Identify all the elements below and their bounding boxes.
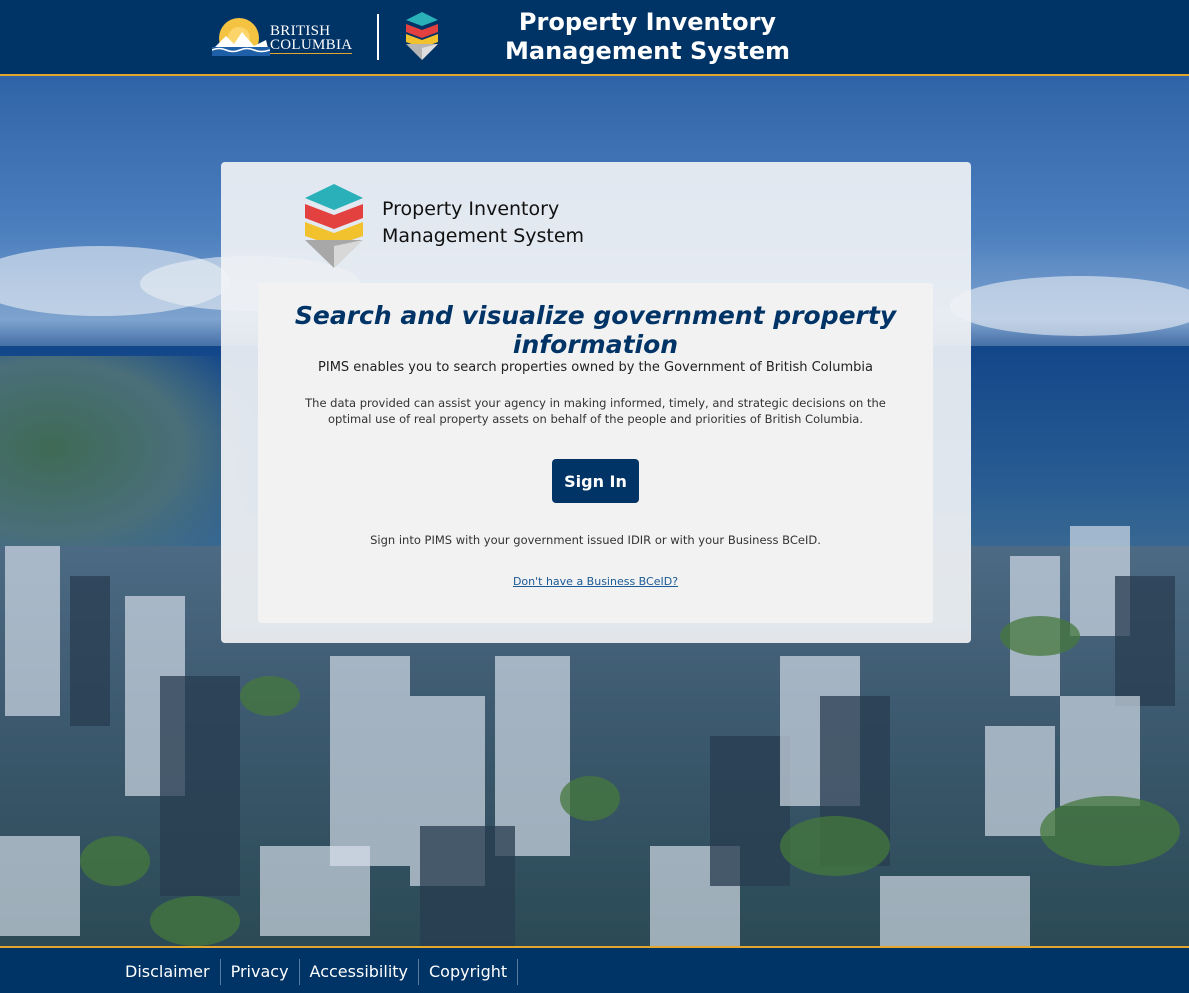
description-text: The data provided can assist your agency… xyxy=(305,396,886,426)
site-header: BRITISH COLUMBIA Property Inventory Mana… xyxy=(0,0,1189,76)
pims-logo-icon xyxy=(406,12,438,60)
header-app-title: Property Inventory Management System xyxy=(480,8,815,66)
sign-in-note: Sign into PIMS with your government issu… xyxy=(370,533,821,547)
footer-link-accessibility[interactable]: Accessibility xyxy=(300,959,419,985)
footer-link-copyright[interactable]: Copyright xyxy=(419,959,519,985)
bc-sun-icon xyxy=(212,18,270,56)
header-divider xyxy=(377,14,379,60)
no-bceid-link[interactable]: Don't have a Business BCeID? xyxy=(513,575,678,588)
footer-link-disclaimer[interactable]: Disclaimer xyxy=(115,959,221,985)
footer-link-privacy[interactable]: Privacy xyxy=(221,959,300,985)
bc-wordmark: BRITISH COLUMBIA xyxy=(270,23,353,54)
bc-wordmark-line1: BRITISH xyxy=(270,23,331,39)
card-title-line2: Management System xyxy=(382,225,585,247)
login-card: Property Inventory Management System Sea… xyxy=(221,162,971,643)
header-title-line2: Management System xyxy=(505,37,790,65)
intro-text: PIMS enables you to search properties ow… xyxy=(318,360,873,375)
bc-government-logo[interactable]: BRITISH COLUMBIA xyxy=(212,14,353,58)
bceid-link-container: Don't have a Business BCeID? xyxy=(258,575,933,588)
footer-nav: Disclaimer Privacy Accessibility Copyrig… xyxy=(115,959,519,985)
card-title-line1: Property Inventory xyxy=(382,198,560,220)
sign-in-button[interactable]: Sign In xyxy=(552,459,639,503)
card-app-title: Property Inventory Management System xyxy=(382,196,584,250)
signin-panel: Search and visualize government property… xyxy=(258,283,933,623)
header-title-line1: Property Inventory xyxy=(518,8,777,36)
pims-logo-icon xyxy=(305,184,363,268)
bc-wordmark-line2: COLUMBIA xyxy=(270,37,353,54)
site-footer: Disclaimer Privacy Accessibility Copyrig… xyxy=(0,946,1189,993)
page-headline: Search and visualize government property… xyxy=(294,301,897,359)
